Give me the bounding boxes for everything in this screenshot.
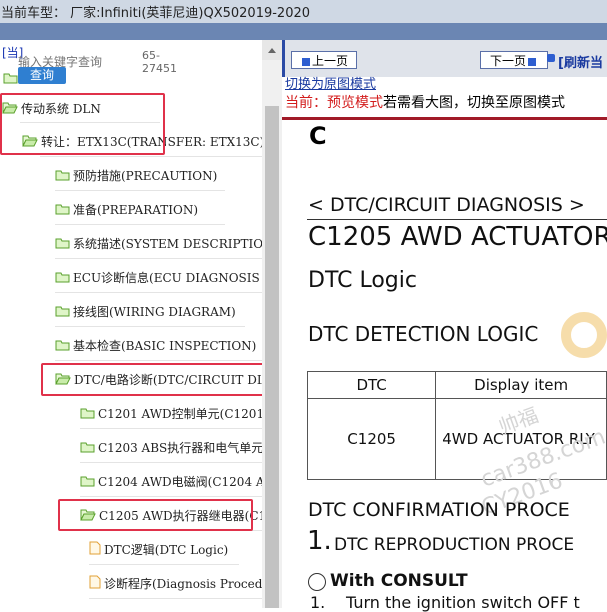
title-bar-strip bbox=[0, 23, 607, 40]
divider bbox=[80, 496, 262, 497]
highlight-box bbox=[0, 93, 165, 155]
folder-icon bbox=[55, 268, 70, 290]
preview-hint: 若需看大图，切换至原图模式 bbox=[383, 95, 565, 111]
divider bbox=[55, 190, 225, 191]
tree-item-c1204[interactable]: C1204 AWD电磁阀(C1204 AWD SOLENOID) bbox=[80, 471, 282, 493]
tree-item-label: 诊断程序(Diagnosis Procedure) bbox=[104, 577, 282, 591]
folder-icon bbox=[55, 336, 70, 358]
sidebar: [当] 65- 27451 查询 传动系统 DLN 转让：ETX13C(TRAN… bbox=[0, 40, 282, 608]
folder-icon bbox=[55, 302, 70, 324]
prev-arrow-icon bbox=[301, 57, 310, 66]
step1-number: 1. bbox=[310, 593, 326, 612]
prev-page-label: 上一页 bbox=[311, 54, 348, 68]
tree-item-label: ECU诊断信息(ECU DIAGNOSIS INFORMATION) bbox=[73, 271, 282, 285]
header-divider bbox=[282, 117, 607, 120]
folder-icon bbox=[80, 438, 95, 460]
step1-text: Turn the ignition switch OFF t bbox=[346, 593, 580, 612]
document-icon bbox=[89, 540, 101, 562]
folder-icon bbox=[55, 234, 70, 256]
tree-item-label: 基本检查(BASIC INSPECTION) bbox=[73, 339, 257, 353]
tree-item-system-description[interactable]: 系统描述(SYSTEM DESCRIPTION) bbox=[55, 233, 278, 255]
refresh-icon[interactable] bbox=[547, 54, 555, 62]
divider bbox=[80, 462, 262, 463]
tree-item-preparation[interactable]: 准备(PREPARATION) bbox=[55, 199, 198, 221]
detection-logic-title: DTC DETECTION LOGIC bbox=[308, 322, 539, 346]
tree-item-wiring-diagram[interactable]: 接线图(WIRING DIAGRAM) bbox=[55, 301, 236, 323]
step-number: 1. bbox=[307, 526, 332, 556]
highlight-box bbox=[58, 499, 253, 531]
prev-page-button[interactable]: 上一页 bbox=[291, 51, 357, 69]
tree-item-label: C1203 ABS执行器和电气单元 bbox=[98, 441, 264, 455]
query-button[interactable]: 查询 bbox=[18, 67, 66, 84]
divider bbox=[55, 258, 262, 259]
vehicle-code-line1: 65- bbox=[142, 49, 160, 62]
tree-item-dtc-logic[interactable]: DTC逻辑(DTC Logic) bbox=[89, 539, 228, 561]
watermark-logo bbox=[561, 312, 607, 358]
tree-item-label: C1201 AWD控制单元(C1201 AWD CONTROL UNIT) bbox=[98, 407, 282, 421]
tree-item-basic-inspection[interactable]: 基本检查(BASIC INSPECTION) bbox=[55, 335, 256, 357]
divider bbox=[89, 598, 262, 599]
document-icon bbox=[89, 574, 101, 596]
vehicle-code-line2: 27451 bbox=[142, 62, 177, 75]
folder-icon bbox=[80, 472, 95, 494]
folder-icon bbox=[80, 404, 95, 426]
divider bbox=[89, 564, 239, 565]
tree-item-ecu-diagnosis[interactable]: ECU诊断信息(ECU DIAGNOSIS INFORMATION) bbox=[55, 267, 282, 289]
divider bbox=[80, 428, 262, 429]
table-cell: C1205 bbox=[306, 398, 437, 480]
tree-item-precaution[interactable]: 预防措施(PRECAUTION) bbox=[55, 165, 217, 187]
tree-item-label: 系统描述(SYSTEM DESCRIPTION) bbox=[73, 237, 279, 251]
consult-icon bbox=[308, 573, 326, 591]
vehicle-code: 65- 27451 bbox=[142, 49, 182, 75]
tree-item-c1203[interactable]: C1203 ABS执行器和电气单元 bbox=[80, 437, 263, 459]
table-header-cell: DTC bbox=[306, 371, 437, 399]
divider bbox=[40, 156, 262, 157]
consult-label: With CONSULT bbox=[330, 571, 468, 591]
next-page-label: 下一页 bbox=[489, 54, 526, 68]
tree-item-c1201[interactable]: C1201 AWD控制单元(C1201 AWD CONTROL UNIT) bbox=[80, 403, 282, 425]
top-bar: 当前车型： 厂家:Infiniti(英菲尼迪)QX502019-2020 bbox=[0, 0, 607, 40]
divider bbox=[55, 292, 262, 293]
tree-item-label: DTC逻辑(DTC Logic) bbox=[104, 543, 229, 557]
tree-item-label: C1204 AWD电磁阀(C1204 AWD SOLENOID) bbox=[98, 475, 282, 489]
tree-item-label: 接线图(WIRING DIAGRAM) bbox=[73, 305, 236, 319]
table-header-row: DTC Display item bbox=[306, 371, 607, 399]
preview-notice: 当前：预览模式若需看大图，切换至原图模式 bbox=[285, 94, 565, 112]
folder-icon bbox=[55, 200, 70, 222]
scroll-up-arrow-icon[interactable] bbox=[262, 40, 282, 60]
window-title: 当前车型： 厂家:Infiniti(英菲尼迪)QX502019-2020 bbox=[1, 6, 311, 21]
divider bbox=[55, 360, 262, 361]
doc-subheading: DTC Logic bbox=[308, 268, 417, 293]
switch-original-mode-link[interactable]: 切换为原图模式 bbox=[285, 78, 376, 92]
doc-heading: C1205 AWD ACTUATOR bbox=[308, 222, 607, 252]
refresh-link[interactable]: [刷新当 bbox=[558, 52, 603, 71]
sidebar-scrollbar[interactable] bbox=[262, 40, 282, 608]
divider bbox=[55, 224, 225, 225]
doc-navbar: 上一页 下一页 [刷新当 bbox=[282, 40, 607, 77]
tree-item-label: 预防措施(PRECAUTION) bbox=[73, 169, 218, 183]
folder-icon bbox=[55, 166, 70, 188]
section-label: < DTC/CIRCUIT DIAGNOSIS > bbox=[308, 194, 585, 216]
scroll-thumb[interactable] bbox=[265, 106, 279, 608]
tree-item-diagnosis-procedure[interactable]: 诊断程序(Diagnosis Procedure) bbox=[89, 573, 282, 595]
divider bbox=[55, 326, 245, 327]
preview-mode-label: 当前：预览模式 bbox=[285, 95, 383, 111]
section-underline bbox=[307, 219, 607, 220]
folder-icon bbox=[3, 69, 18, 88]
highlight-box bbox=[41, 363, 267, 396]
confirmation-title: DTC CONFIRMATION PROCE bbox=[308, 499, 570, 521]
tree-item-label: 准备(PREPARATION) bbox=[73, 203, 198, 217]
table-header-cell: Display item bbox=[435, 371, 607, 399]
next-arrow-icon bbox=[528, 57, 536, 66]
next-page-button[interactable]: 下一页 bbox=[480, 51, 548, 69]
corner-letter: C bbox=[309, 122, 327, 150]
step-title: DTC REPRODUCTION PROCE bbox=[334, 535, 575, 555]
